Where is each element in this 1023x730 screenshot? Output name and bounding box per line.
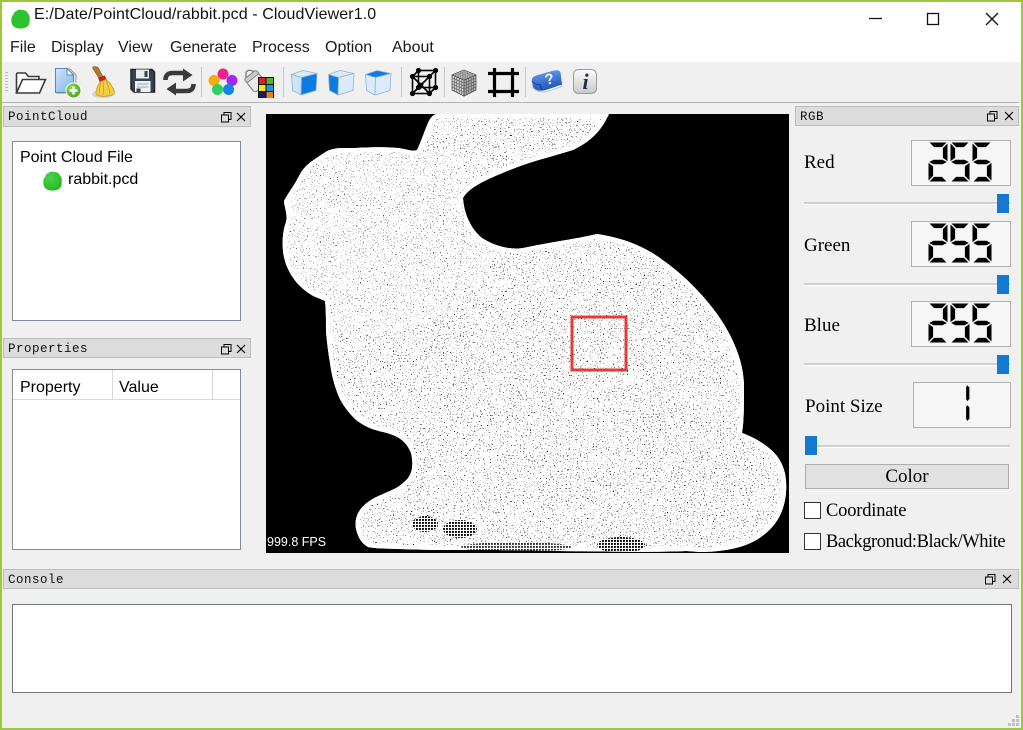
svg-text:i: i	[582, 69, 589, 94]
svg-text:999.8 FPS: 999.8 FPS	[267, 535, 326, 549]
